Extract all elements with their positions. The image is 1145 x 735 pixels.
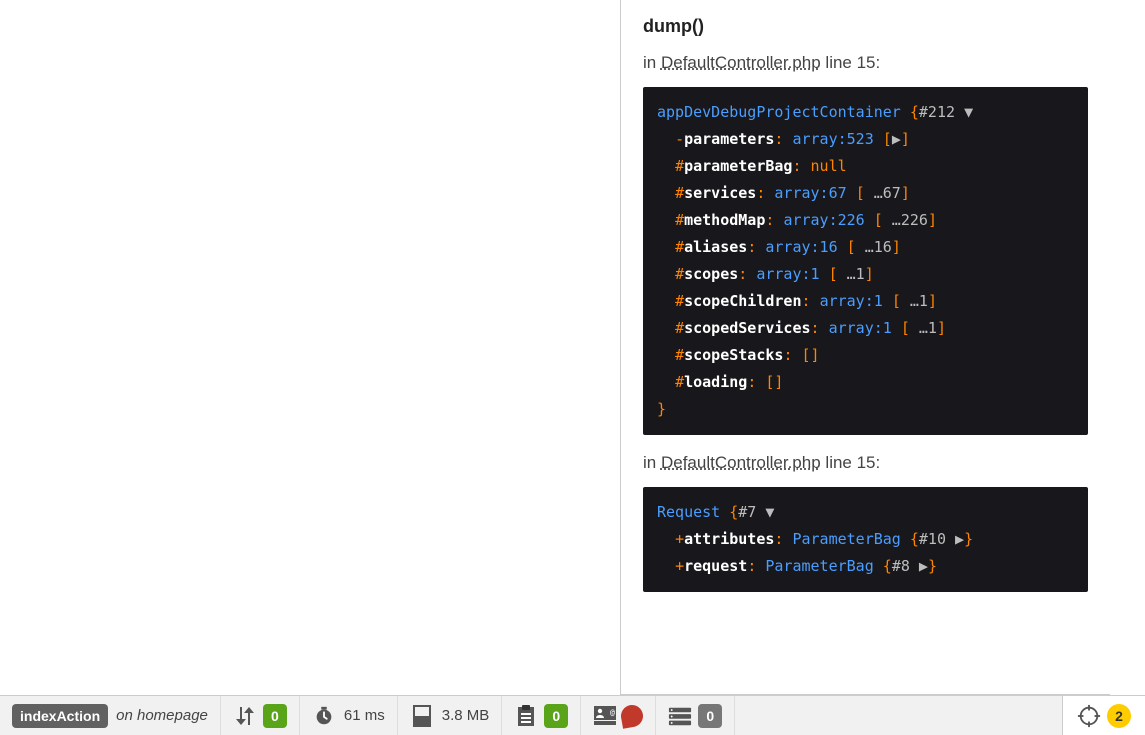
dump-file-link-1[interactable]: DefaultController.php (661, 53, 821, 72)
database-icon (668, 704, 692, 728)
route-label: on homepage (116, 707, 208, 724)
memory-icon (410, 704, 434, 728)
dump-badge: 2 (1107, 704, 1131, 728)
toolbar-db[interactable]: 0 (656, 696, 735, 735)
loc-suffix-2: line 15: (821, 453, 881, 472)
route-name: homepage (137, 707, 208, 724)
dump-location-2: in DefaultController.php line 15: (643, 453, 1088, 473)
clipboard-icon (514, 704, 538, 728)
dump-popup[interactable]: dump() in DefaultController.php line 15:… (620, 0, 1110, 695)
dump-code-2[interactable]: Request {#7 ▼ +attributes: ParameterBag … (643, 487, 1088, 592)
toolbar-forms[interactable]: 0 (502, 696, 581, 735)
stopwatch-icon (312, 704, 336, 728)
toolbar-security[interactable]: @ (581, 696, 656, 735)
toolbar-requests[interactable]: 0 (221, 696, 300, 735)
debug-toolbar: indexAction on homepage 0 61 ms 3.8 MB 0… (0, 695, 1145, 735)
toolbar-dump[interactable]: 2 (1062, 696, 1145, 735)
db-badge: 0 (698, 704, 722, 728)
toolbar-action-segment[interactable]: indexAction on homepage (0, 696, 221, 735)
dump-code-1[interactable]: appDevDebugProjectContainer {#212 ▼ -par… (643, 87, 1088, 435)
forms-badge: 0 (544, 704, 568, 728)
memory-value: 3.8 MB (442, 707, 490, 724)
crosshair-icon (1077, 704, 1101, 728)
action-name: indexAction (12, 704, 108, 728)
dump-file-link-2[interactable]: DefaultController.php (661, 453, 821, 472)
dump-title: dump() (643, 16, 1088, 37)
security-red-icon (620, 703, 645, 728)
dump-location-1: in DefaultController.php line 15: (643, 53, 1088, 73)
requests-badge: 0 (263, 704, 287, 728)
route-prefix: on (116, 707, 137, 724)
loc-suffix: line 15: (821, 53, 881, 72)
time-value: 61 ms (344, 707, 385, 724)
requests-icon (233, 704, 257, 728)
loc-prefix-2: in (643, 453, 661, 472)
toolbar-time[interactable]: 61 ms (300, 696, 398, 735)
loc-prefix: in (643, 53, 661, 72)
svg-text:@: @ (610, 708, 615, 717)
user-icon: @ (593, 704, 617, 728)
toolbar-memory[interactable]: 3.8 MB (398, 696, 503, 735)
